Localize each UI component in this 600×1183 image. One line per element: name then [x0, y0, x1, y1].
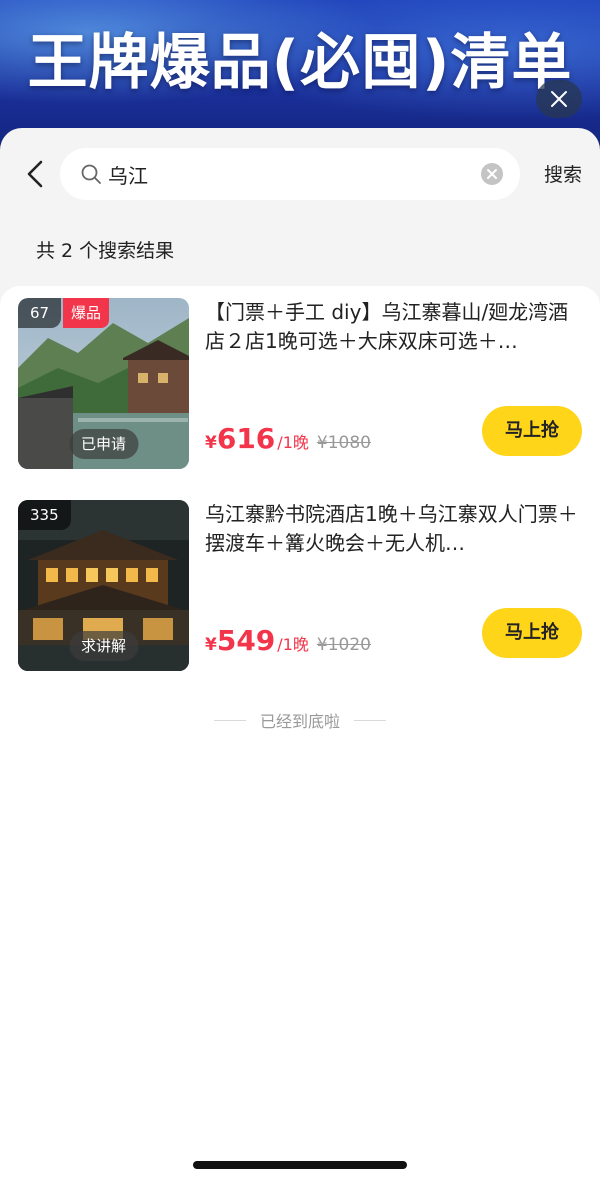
home-indicator[interactable] [193, 1161, 407, 1169]
status-pill: 已申请 [68, 429, 139, 459]
price-currency: ¥ [205, 433, 217, 453]
price-unit: /1晚 [277, 433, 309, 452]
view-count: 335 [18, 500, 71, 530]
end-of-list: 已经到底啦 [0, 708, 600, 732]
chevron-left-icon [27, 160, 43, 188]
price-unit: /1晚 [277, 635, 309, 654]
product-image[interactable]: 67 爆品 已申请 [18, 298, 189, 469]
product-card[interactable]: 335 求讲解 乌江寨黔书院酒店1晚＋乌江寨双人门票＋摆渡车＋篝火晚会＋无人机…… [0, 488, 600, 671]
original-price: ¥1080 [316, 433, 371, 453]
view-count: 67 [18, 298, 62, 328]
product-title[interactable]: 乌江寨黔书院酒店1晚＋乌江寨双人门票＋摆渡车＋篝火晚会＋无人机… [205, 500, 580, 558]
search-sheet: 搜索 共 2 个搜索结果 [0, 128, 600, 1183]
buy-now-button[interactable]: 马上抢 [482, 406, 582, 456]
search-box[interactable] [60, 148, 520, 200]
search-bar: 搜索 [0, 148, 600, 200]
search-input[interactable] [108, 148, 468, 200]
product-card[interactable]: 67 爆品 已申请 【门票＋手工 diy】乌江寨暮山/廻龙湾酒店２店1晚可选＋大… [0, 286, 600, 469]
close-icon [551, 91, 567, 107]
price-row: ¥ 616 /1晚 ¥1080 [205, 422, 371, 456]
end-of-list-text: 已经到底啦 [259, 712, 340, 731]
back-button[interactable] [20, 158, 50, 190]
divider [354, 719, 386, 721]
search-button[interactable]: 搜索 [544, 160, 582, 187]
original-price: ¥1020 [316, 635, 371, 655]
close-button[interactable] [536, 80, 582, 118]
price-row: ¥ 549 /1晚 ¥1020 [205, 624, 371, 658]
price-value: 616 [216, 422, 276, 455]
clear-circle-icon[interactable] [480, 162, 504, 186]
result-count: 共 2 个搜索结果 [36, 240, 175, 262]
divider [213, 719, 246, 721]
banner-title: 王牌爆品(必囤)清单 [27, 28, 573, 98]
hot-badge: 爆品 [63, 298, 110, 328]
buy-now-button[interactable]: 马上抢 [482, 608, 582, 658]
search-icon [81, 164, 101, 184]
product-image[interactable]: 335 求讲解 [18, 500, 189, 671]
result-list: 67 爆品 已申请 【门票＋手工 diy】乌江寨暮山/廻龙湾酒店２店1晚可选＋大… [0, 286, 600, 1183]
price-value: 549 [216, 624, 276, 657]
status-pill: 求讲解 [68, 631, 139, 661]
price-currency: ¥ [205, 635, 217, 655]
product-title[interactable]: 【门票＋手工 diy】乌江寨暮山/廻龙湾酒店２店1晚可选＋大床双床可选＋… [205, 298, 580, 356]
